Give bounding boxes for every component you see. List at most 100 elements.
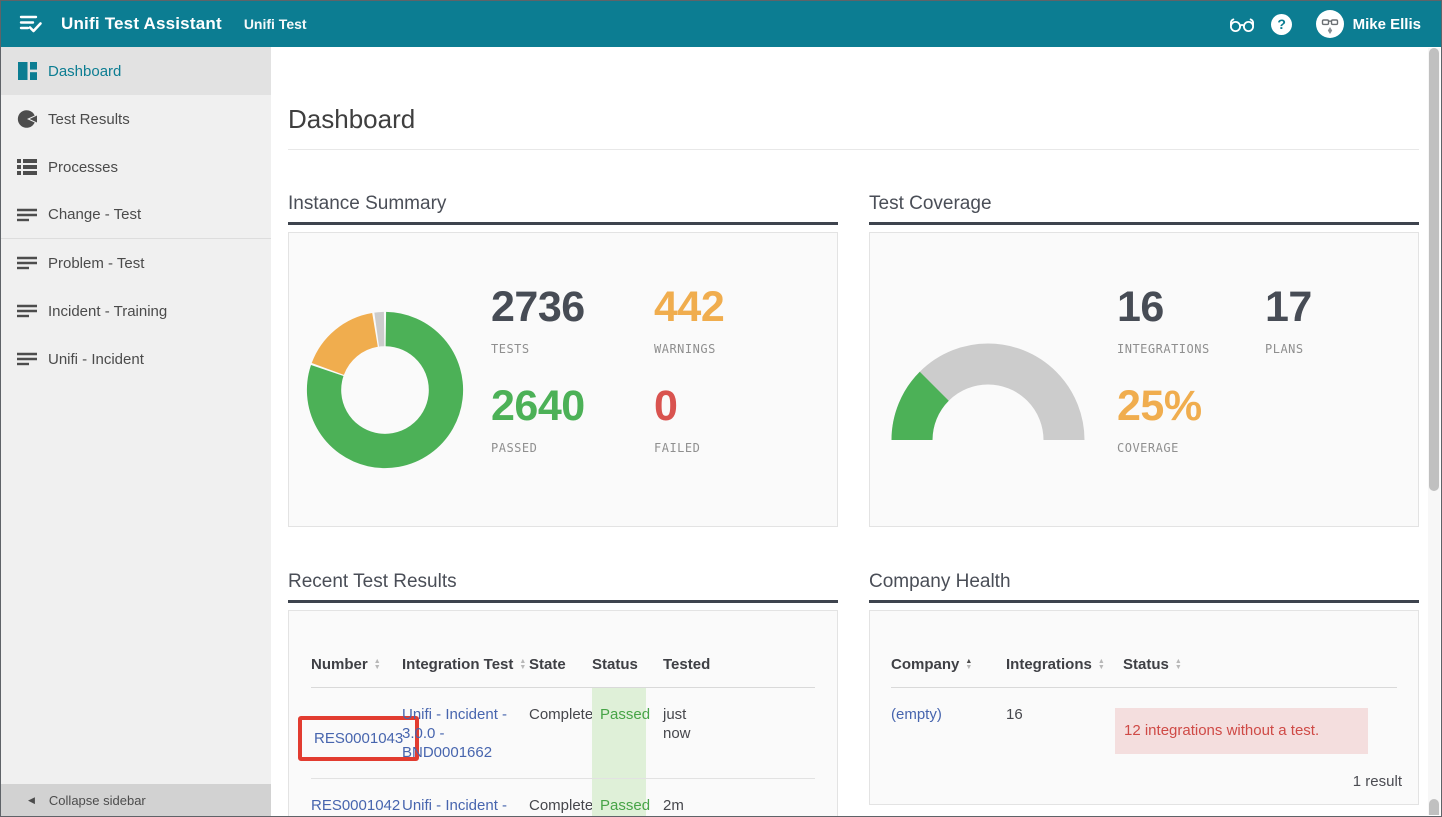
list-icon <box>17 157 37 177</box>
menu-button[interactable] <box>9 1 53 47</box>
sidebar-item-label: Dashboard <box>48 63 121 80</box>
user-avatar[interactable] <box>1316 10 1344 38</box>
column-header-status: Status <box>592 656 646 688</box>
integration-test-cell: Unifi - Incident - 3.0.0 - BND0001662 <box>402 688 529 778</box>
status-cell: 12 integrations without a test. <box>1123 688 1397 773</box>
recent-test-results-section: Recent Test Results Number▲▼ Integration… <box>288 571 838 816</box>
stat-value: 0 <box>654 384 817 428</box>
health-warning-badge: 12 integrations without a test. <box>1115 708 1368 754</box>
scrollbar-corner <box>1429 799 1439 815</box>
instance-summary-section: Instance Summary 2736 TESTS 442 WARNINGS <box>288 193 838 527</box>
scrollbar-track[interactable] <box>1428 48 1440 815</box>
collapse-sidebar-button[interactable]: ◀ Collapse sidebar <box>1 784 271 816</box>
sidebar-item-dashboard[interactable]: Dashboard <box>1 47 271 95</box>
sidebar-item-label: Processes <box>48 159 118 176</box>
stat-value: 442 <box>654 285 817 329</box>
column-header-tested: Tested <box>646 656 815 688</box>
integration-test-link[interactable]: Unifi - Incident - 3.0.0 - BND0001662 <box>402 706 507 761</box>
section-underline <box>869 222 1419 225</box>
section-title: Company Health <box>869 571 1419 593</box>
sidebar-item-label: Test Results <box>48 111 130 128</box>
glasses-icon <box>1227 14 1257 34</box>
result-count: 1 result <box>1353 773 1402 790</box>
title-divider <box>288 149 1419 150</box>
column-header-status[interactable]: Status▲▼ <box>1123 656 1397 688</box>
sidebar: Dashboard Test Results <box>1 47 271 816</box>
sidebar-item-label: Problem - Test <box>48 255 144 272</box>
tested-cell: 2m ago <box>646 778 815 816</box>
text-lines-icon <box>17 349 37 369</box>
test-coverage-card: 16 INTEGRATIONS 17 PLANS 25% COVERAGE <box>869 232 1419 527</box>
stat-integrations: 16 INTEGRATIONS <box>1117 285 1265 356</box>
table-row: (empty) 16 12 integrations without a tes… <box>891 688 1397 773</box>
sidebar-item-problem-test[interactable]: Problem - Test <box>1 239 271 287</box>
stat-value: 2640 <box>491 384 654 428</box>
stat-label: INTEGRATIONS <box>1117 342 1265 356</box>
record-link[interactable]: RES0001042 <box>311 797 400 814</box>
stat-passed: 2640 PASSED <box>491 384 654 455</box>
stat-coverage: 25% COVERAGE <box>1117 384 1265 455</box>
text-lines-icon <box>17 205 37 225</box>
scrollbar-thumb[interactable] <box>1429 48 1439 491</box>
test-coverage-section: Test Coverage 16 INTEGRATIONS 17 PLANS <box>869 193 1419 527</box>
company-health-section: Company Health Company▲▼ Integrations▲▼ … <box>869 571 1419 816</box>
stat-label: FAILED <box>654 441 817 455</box>
integrations-cell: 16 <box>1006 688 1123 773</box>
avatar-face-icon <box>1318 12 1342 36</box>
column-header-integrations[interactable]: Integrations▲▼ <box>1006 656 1123 688</box>
sort-icon: ▲▼ <box>519 659 526 671</box>
page-title: Dashboard <box>288 105 1428 133</box>
help-icon: ? <box>1271 14 1292 35</box>
stat-value: 16 <box>1117 285 1265 329</box>
sidebar-item-label: Incident - Training <box>48 303 167 320</box>
record-link[interactable]: RES0001043 <box>314 730 403 747</box>
text-lines-icon <box>17 301 37 321</box>
sidebar-item-incident-training[interactable]: Incident - Training <box>1 287 271 335</box>
stat-value: 17 <box>1265 285 1413 329</box>
sidebar-item-processes[interactable]: Processes <box>1 143 271 191</box>
dashboard-grid-icon <box>17 61 37 81</box>
top-bar: Unifi Test Assistant Unifi Test <box>1 1 1441 47</box>
column-header-number[interactable]: Number▲▼ <box>311 656 402 688</box>
sidebar-item-change-test[interactable]: Change - Test <box>1 191 271 239</box>
sort-asc-icon: ▲▼ <box>965 659 972 671</box>
tests-donut-chart <box>305 285 465 495</box>
number-cell: RES0001042 <box>311 778 402 816</box>
coverage-gauge-chart <box>888 339 1088 447</box>
section-underline <box>288 600 838 603</box>
stat-label: TESTS <box>491 342 654 356</box>
section-underline <box>869 600 1419 603</box>
table-row: RES0001042 Unifi - Incident - 3.0.0 - Co… <box>311 778 815 816</box>
stat-failed: 0 FAILED <box>654 384 817 455</box>
column-header-integration-test[interactable]: Integration Test▲▼ <box>402 656 529 688</box>
stat-warnings: 442 WARNINGS <box>654 285 817 356</box>
stat-label: PLANS <box>1265 342 1413 356</box>
playlist-check-icon <box>19 13 43 35</box>
help-button[interactable]: ? <box>1262 1 1302 47</box>
number-cell: RES0001043 <box>311 688 402 778</box>
stat-value: 25% <box>1117 384 1265 428</box>
integration-test-link[interactable]: Unifi - Incident - 3.0.0 - <box>402 797 507 816</box>
section-title: Recent Test Results <box>288 571 838 593</box>
section-title: Test Coverage <box>869 193 1419 215</box>
sort-icon: ▲▼ <box>1098 659 1105 671</box>
sidebar-item-test-results[interactable]: Test Results <box>1 95 271 143</box>
stat-plans: 17 PLANS <box>1265 285 1413 356</box>
review-button[interactable] <box>1222 1 1262 47</box>
stat-value: 2736 <box>491 285 654 329</box>
company-link[interactable]: (empty) <box>891 706 942 723</box>
stat-label: COVERAGE <box>1117 441 1265 455</box>
stat-label: PASSED <box>491 441 654 455</box>
instance-summary-card: 2736 TESTS 442 WARNINGS 2640 PASSED 0 <box>288 232 838 527</box>
section-underline <box>288 222 838 225</box>
sidebar-item-unifi-incident[interactable]: Unifi - Incident <box>1 335 271 383</box>
recent-test-results-card: Number▲▼ Integration Test▲▼ State Status… <box>288 610 838 816</box>
sidebar-item-label: Change - Test <box>48 206 141 223</box>
pie-chart-icon <box>17 109 37 129</box>
integration-test-cell: Unifi - Incident - 3.0.0 - <box>402 778 529 816</box>
company-cell: (empty) <box>891 688 1006 773</box>
status-cell: Passed <box>592 778 646 816</box>
tested-cell: just now <box>646 688 815 778</box>
column-header-company[interactable]: Company▲▼ <box>891 656 1006 688</box>
company-health-card: Company▲▼ Integrations▲▼ Status▲▼ (empty… <box>869 610 1419 805</box>
